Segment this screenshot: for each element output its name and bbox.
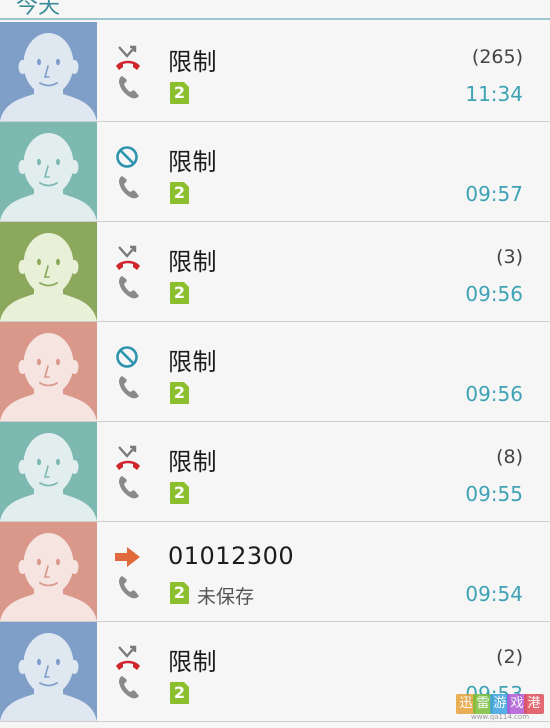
sim-card-icon: 2 — [170, 582, 189, 604]
contact-avatar[interactable] — [0, 522, 97, 621]
sim-card-icon: 2 — [170, 182, 189, 204]
sim-card-icon: 2 — [170, 482, 189, 504]
call-time: 11:34 — [465, 82, 523, 106]
phone-handset-icon — [117, 474, 141, 500]
contact-avatar[interactable] — [0, 622, 97, 721]
call-count: (265) — [471, 46, 523, 68]
call-time: 09:57 — [465, 182, 523, 206]
contact-avatar[interactable] — [0, 222, 97, 321]
watermark-char: 港 — [524, 694, 544, 714]
call-log-row[interactable]: 01012300 2 未保存 09:54 — [0, 522, 550, 622]
phone-handset-icon — [117, 274, 141, 300]
blocked-call-icon — [113, 344, 143, 374]
blocked-call-icon — [113, 144, 143, 174]
sim-card-icon: 2 — [170, 282, 189, 304]
call-time: 09:54 — [465, 582, 523, 606]
caller-name: 限制 — [168, 448, 217, 476]
section-header-label: 今天 — [16, 0, 61, 19]
sim-card-icon: 2 — [170, 682, 189, 704]
phone-handset-icon — [117, 74, 141, 100]
call-log-screen: 今天 限制 2 (265) 11:34 限制 2 09:57 限制 2 (3) … — [0, 0, 550, 728]
phone-handset-icon — [117, 174, 141, 200]
missed-call-icon — [113, 644, 143, 674]
caller-name: 01012300 — [168, 542, 295, 570]
watermark-logo: 迅雷游戏港 www.qa114.com — [456, 694, 544, 722]
outgoing-call-icon — [113, 544, 143, 574]
missed-call-icon — [113, 444, 143, 474]
missed-call-icon — [113, 44, 143, 74]
watermark-url: www.qa114.com — [470, 713, 530, 721]
phone-handset-icon — [117, 674, 141, 700]
section-header: 今天 — [0, 0, 550, 20]
caller-name: 限制 — [168, 648, 217, 676]
call-count: (2) — [496, 646, 523, 668]
caller-name: 限制 — [168, 48, 217, 76]
call-time: 09:56 — [465, 382, 523, 406]
contact-avatar[interactable] — [0, 422, 97, 521]
call-log-row[interactable]: 限制 2 09:57 — [0, 122, 550, 222]
call-log-row[interactable]: 限制 2 (8) 09:55 — [0, 422, 550, 522]
contact-avatar[interactable] — [0, 322, 97, 421]
call-list[interactable]: 限制 2 (265) 11:34 限制 2 09:57 限制 2 (3) 09:56 — [0, 22, 550, 722]
contact-avatar[interactable] — [0, 22, 97, 121]
caller-name: 限制 — [168, 248, 217, 276]
caller-name: 限制 — [168, 348, 217, 376]
missed-call-icon — [113, 244, 143, 274]
sim-card-icon: 2 — [170, 382, 189, 404]
call-count: (8) — [496, 446, 523, 468]
call-time: 09:56 — [465, 282, 523, 306]
caller-subtext: 未保存 — [197, 586, 255, 608]
phone-handset-icon — [117, 374, 141, 400]
phone-handset-icon — [117, 574, 141, 600]
call-log-row[interactable]: 限制 2 (265) 11:34 — [0, 22, 550, 122]
call-log-row[interactable]: 限制 2 09:56 — [0, 322, 550, 422]
caller-name: 限制 — [168, 148, 217, 176]
contact-avatar[interactable] — [0, 122, 97, 221]
sim-card-icon: 2 — [170, 82, 189, 104]
call-count: (3) — [496, 246, 523, 268]
call-log-row[interactable]: 限制 2 (3) 09:56 — [0, 222, 550, 322]
call-time: 09:55 — [465, 482, 523, 506]
